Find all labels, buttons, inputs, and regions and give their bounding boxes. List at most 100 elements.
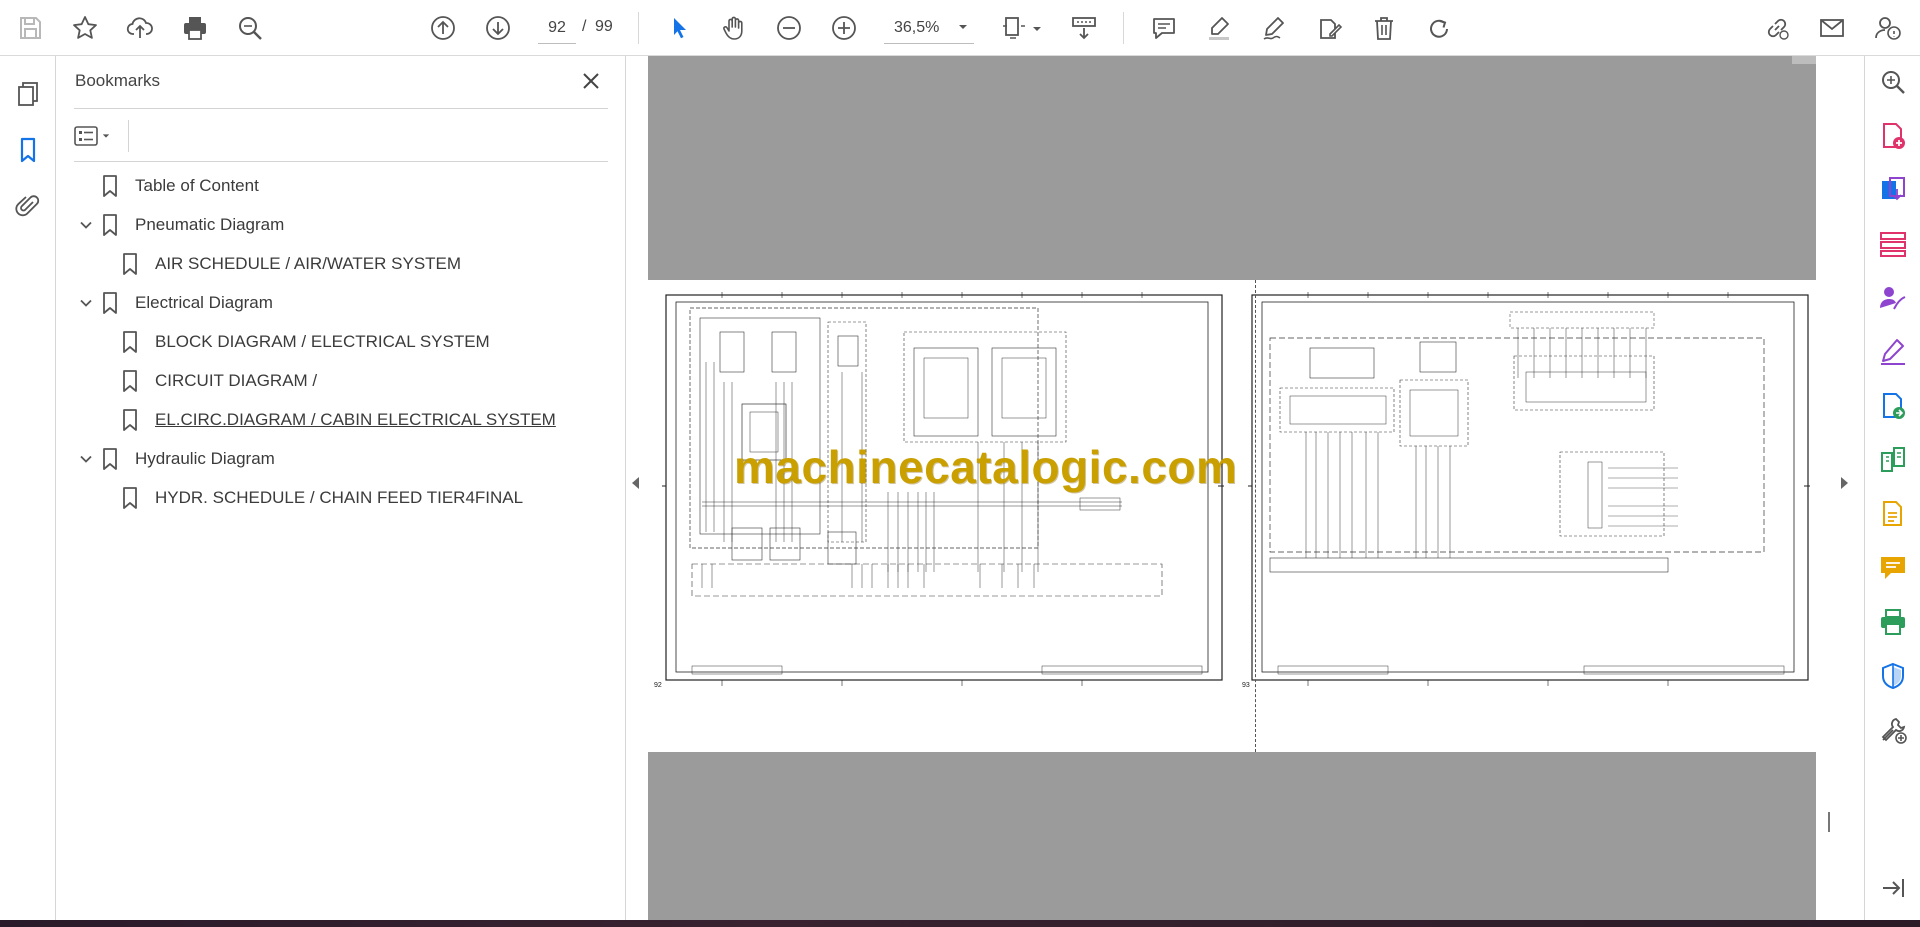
divider (74, 108, 608, 109)
main-toolbar: / 99 36,5% (0, 0, 1920, 56)
bookmarks-panel: Bookmarks Table of Content Pneumatic Dia… (56, 56, 626, 920)
bookmark-icon (123, 409, 137, 431)
user-help-icon[interactable] (1870, 10, 1906, 46)
bookmark-icon (123, 487, 137, 509)
taskbar-edge (0, 920, 1920, 927)
watermark-text: machinecatalogic.com (734, 441, 1238, 493)
bookmark-icon[interactable] (10, 132, 46, 168)
close-panel-button[interactable] (576, 66, 606, 96)
zoom-in-icon[interactable] (826, 10, 862, 46)
right-tools-rail (1864, 56, 1920, 920)
mail-icon[interactable] (1814, 10, 1850, 46)
page-up-icon[interactable] (425, 10, 461, 46)
print-icon[interactable] (177, 10, 213, 46)
toolbar-divider (1123, 12, 1124, 44)
bookmark-icon (103, 175, 117, 197)
zoom-level-value: 36,5% (894, 18, 940, 36)
export-pdf-icon[interactable] (1877, 174, 1909, 206)
page-divider (1255, 280, 1256, 752)
bookmark-icon (103, 292, 117, 314)
link-icon[interactable] (1759, 10, 1795, 46)
page-separator: / (582, 18, 587, 35)
chevron-down-icon (102, 134, 110, 138)
toolbar-divider (638, 12, 639, 44)
zoom-level-select[interactable]: 36,5% (884, 12, 974, 44)
list-options-icon (74, 126, 98, 146)
bookmark-options-button[interactable] (74, 120, 122, 152)
comment-icon[interactable] (1877, 552, 1909, 584)
bookmark-item[interactable]: HYDR. SCHEDULE / CHAIN FEED TIER4FINAL (94, 483, 523, 513)
page-thumbnails-icon[interactable] (10, 76, 46, 112)
organize-pages-icon[interactable] (1877, 228, 1909, 260)
fill-sign-icon[interactable] (1877, 336, 1909, 368)
divider (128, 120, 129, 152)
bookmark-item[interactable]: AIR SCHEDULE / AIR/WATER SYSTEM (94, 249, 461, 279)
star-icon[interactable] (67, 10, 103, 46)
more-tools-icon[interactable] (1877, 714, 1909, 746)
delete-icon[interactable] (1366, 10, 1402, 46)
zoom-search-icon[interactable] (232, 10, 268, 46)
create-pdf-icon[interactable] (1877, 120, 1909, 152)
request-signature-icon[interactable] (1877, 282, 1909, 314)
page-fit-icon[interactable] (996, 10, 1032, 46)
chevron-down-icon[interactable] (1032, 24, 1042, 34)
chevron-down-icon[interactable] (74, 447, 98, 471)
draw-icon[interactable] (1256, 10, 1292, 46)
divider (74, 161, 608, 162)
document-viewer[interactable]: 92 93 machinecatalogic.com (626, 56, 1864, 920)
compare-icon[interactable] (1877, 444, 1909, 476)
bookmark-label: Electrical Diagram (135, 293, 273, 312)
fill-sign-icon[interactable] (1311, 10, 1347, 46)
bookmark-label: CIRCUIT DIAGRAM / (155, 371, 318, 390)
rotate-icon[interactable] (1421, 10, 1457, 46)
upload-icon[interactable] (122, 10, 158, 46)
collapse-left-panel-icon[interactable] (630, 476, 642, 490)
comment-icon[interactable] (1146, 10, 1182, 46)
collapse-right-panel-icon[interactable] (1838, 476, 1850, 490)
panel-title: Bookmarks (75, 71, 161, 90)
page-number-input[interactable] (538, 12, 576, 44)
scan-ocr-icon[interactable] (1877, 498, 1909, 530)
bookmark-item[interactable]: Table of Content (74, 171, 259, 201)
chevron-down-icon[interactable] (74, 213, 98, 237)
bookmark-item[interactable]: CIRCUIT DIAGRAM / (94, 366, 317, 396)
bookmark-item[interactable]: Hydraulic Diagram (74, 444, 275, 474)
print-production-icon[interactable] (1877, 606, 1909, 638)
bookmark-item[interactable]: Electrical Diagram (74, 288, 273, 318)
chevron-down-icon (959, 25, 967, 29)
bookmark-icon (103, 214, 117, 236)
select-cursor-icon[interactable] (661, 10, 697, 46)
scroll-area-top (1792, 56, 1816, 64)
expand-panel-icon[interactable] (1877, 872, 1909, 904)
scrollbar-thumb[interactable] (1828, 812, 1830, 832)
schematic-page-right (1248, 292, 1810, 686)
bookmark-icon (123, 253, 137, 275)
bookmark-icon (123, 331, 137, 353)
scroll-mode-icon[interactable] (1066, 10, 1102, 46)
protect-icon[interactable] (1877, 660, 1909, 692)
page-spread[interactable]: 92 93 machinecatalogic.com (648, 280, 1816, 752)
bookmark-label: Pneumatic Diagram (135, 215, 285, 234)
close-icon (583, 73, 599, 89)
save-icon[interactable] (12, 10, 48, 46)
hand-icon[interactable] (716, 10, 752, 46)
attachment-icon[interactable] (10, 188, 46, 224)
bookmark-item[interactable]: BLOCK DIAGRAM / ELECTRICAL SYSTEM (94, 327, 490, 357)
right-page-number: 93 (1242, 682, 1250, 689)
bookmark-label: Hydraulic Diagram (135, 449, 275, 468)
edit-pdf-icon[interactable] (1877, 390, 1909, 422)
zoom-out-icon[interactable] (771, 10, 807, 46)
zoom-search-icon[interactable] (1877, 66, 1909, 98)
chevron-down-icon[interactable] (74, 291, 98, 315)
highlight-icon[interactable] (1201, 10, 1237, 46)
bookmark-label: HYDR. SCHEDULE / CHAIN FEED TIER4FINAL (155, 488, 524, 507)
bookmark-label: BLOCK DIAGRAM / ELECTRICAL SYSTEM (155, 332, 490, 351)
left-page-number: 92 (654, 682, 662, 689)
bookmark-item[interactable]: EL.CIRC.DIAGRAM / CABIN ELECTRICAL SYSTE… (94, 405, 556, 435)
left-navigation-rail (0, 56, 56, 920)
page-down-icon[interactable] (480, 10, 516, 46)
bookmark-icon (123, 370, 137, 392)
bookmark-label: Table of Content (135, 176, 259, 195)
bookmark-item[interactable]: Pneumatic Diagram (74, 210, 284, 240)
bookmark-label: EL.CIRC.DIAGRAM / CABIN ELECTRICAL SYSTE… (155, 410, 556, 429)
